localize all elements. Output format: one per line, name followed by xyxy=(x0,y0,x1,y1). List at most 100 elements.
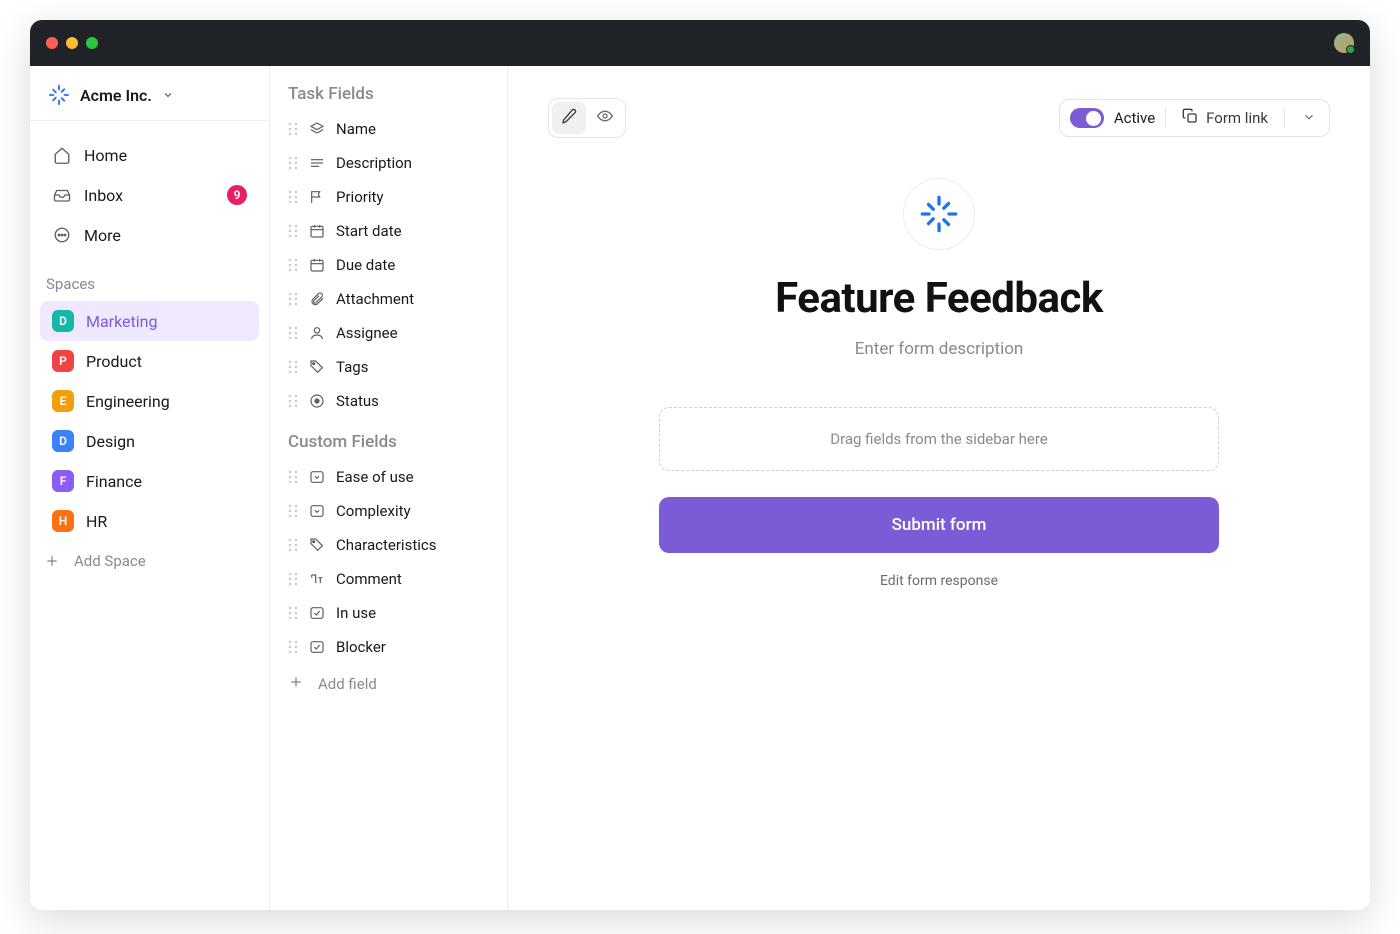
space-item-hr[interactable]: H HR xyxy=(40,501,259,541)
drag-handle-icon[interactable] xyxy=(288,258,298,272)
field-in-use[interactable]: In use xyxy=(270,596,507,630)
paperclip-icon xyxy=(308,290,326,308)
space-badge: F xyxy=(52,470,74,492)
field-complexity[interactable]: Complexity xyxy=(270,494,507,528)
field-status[interactable]: Status xyxy=(270,384,507,418)
divider xyxy=(1165,108,1166,128)
form-link-button[interactable]: Form link xyxy=(1176,104,1274,132)
space-label: Finance xyxy=(86,472,142,491)
field-name[interactable]: Name xyxy=(270,112,507,146)
calendar-icon xyxy=(308,256,326,274)
field-due-date[interactable]: Due date xyxy=(270,248,507,282)
field-comment[interactable]: Comment xyxy=(270,562,507,596)
preview-mode-button[interactable] xyxy=(588,102,622,134)
plus-icon xyxy=(42,551,62,571)
workspace-switcher[interactable]: Acme Inc. xyxy=(30,66,269,121)
field-blocker[interactable]: Blocker xyxy=(270,630,507,664)
nav-inbox[interactable]: Inbox 9 xyxy=(40,175,259,215)
add-space-label: Add Space xyxy=(74,552,146,570)
space-item-product[interactable]: PProduct xyxy=(40,341,259,381)
add-space-button[interactable]: Add Space xyxy=(30,541,269,581)
nav-more[interactable]: More xyxy=(40,215,259,255)
space-label: HR xyxy=(86,512,107,531)
edit-mode-button[interactable] xyxy=(552,102,586,134)
close-window[interactable] xyxy=(46,37,58,49)
nav-label: Inbox xyxy=(84,186,123,205)
text-icon xyxy=(308,570,326,588)
primary-sidebar: Acme Inc. Home Inbox 9 More xyxy=(30,66,270,910)
space-item-design[interactable]: DDesign xyxy=(40,421,259,461)
form-logo[interactable] xyxy=(903,178,975,250)
field-description[interactable]: Description xyxy=(270,146,507,180)
form-title[interactable]: Feature Feedback xyxy=(659,274,1219,323)
fields-dropzone[interactable]: Drag fields from the sidebar here xyxy=(659,407,1219,471)
drag-handle-icon[interactable] xyxy=(288,190,298,204)
more-options-button[interactable] xyxy=(1295,104,1323,132)
divider xyxy=(1284,108,1285,128)
field-label: Due date xyxy=(336,256,395,274)
user-icon xyxy=(308,324,326,342)
drag-handle-icon[interactable] xyxy=(288,640,298,654)
workspace-logo-icon xyxy=(48,84,70,106)
calendar-icon xyxy=(308,222,326,240)
drag-handle-icon[interactable] xyxy=(288,360,298,374)
add-field-label: Add field xyxy=(318,675,377,693)
minimize-window[interactable] xyxy=(66,37,78,49)
spaces-heading: Spaces xyxy=(30,255,269,301)
avatar[interactable] xyxy=(1334,33,1354,53)
drag-handle-icon[interactable] xyxy=(288,326,298,340)
plus-icon xyxy=(288,674,304,694)
drag-handle-icon[interactable] xyxy=(288,538,298,552)
submit-button[interactable]: Submit form xyxy=(659,497,1219,553)
drag-handle-icon[interactable] xyxy=(288,156,298,170)
space-badge: P xyxy=(52,350,74,372)
edit-response-link[interactable]: Edit form response xyxy=(659,573,1219,589)
nav-home[interactable]: Home xyxy=(40,135,259,175)
field-label: Description xyxy=(336,154,412,172)
field-label: Ease of use xyxy=(336,468,414,486)
add-field-button[interactable]: Add field xyxy=(270,664,507,704)
chevron-down-icon xyxy=(1302,109,1316,128)
form-link-label: Form link xyxy=(1206,109,1268,127)
space-badge: E xyxy=(52,390,74,412)
field-priority[interactable]: Priority xyxy=(270,180,507,214)
field-label: Characteristics xyxy=(336,536,436,554)
app-window: Acme Inc. Home Inbox 9 More xyxy=(30,20,1370,910)
drag-handle-icon[interactable] xyxy=(288,292,298,306)
chevron-down-icon xyxy=(162,86,174,105)
field-ease-of-use[interactable]: Ease of use xyxy=(270,460,507,494)
field-characteristics[interactable]: Characteristics xyxy=(270,528,507,562)
drag-handle-icon[interactable] xyxy=(288,394,298,408)
titlebar xyxy=(30,20,1370,66)
drag-handle-icon[interactable] xyxy=(288,572,298,586)
space-item-finance[interactable]: F Finance xyxy=(40,461,259,501)
drag-handle-icon[interactable] xyxy=(288,504,298,518)
space-label: Marketing xyxy=(86,312,157,331)
drag-handle-icon[interactable] xyxy=(288,224,298,238)
space-badge: D xyxy=(52,310,74,332)
field-attachment[interactable]: Attachment xyxy=(270,282,507,316)
drag-handle-icon[interactable] xyxy=(288,606,298,620)
field-label: In use xyxy=(336,604,376,622)
drag-handle-icon[interactable] xyxy=(288,470,298,484)
field-label: Start date xyxy=(336,222,402,240)
window-controls xyxy=(46,37,98,49)
form-preview: Feature Feedback Enter form description … xyxy=(659,178,1219,589)
field-tags[interactable]: Tags xyxy=(270,350,507,384)
active-toggle[interactable] xyxy=(1070,108,1104,128)
nav-label: Home xyxy=(84,146,127,165)
active-label: Active xyxy=(1114,109,1155,127)
space-item-marketing[interactable]: D Marketing xyxy=(40,301,259,341)
maximize-window[interactable] xyxy=(86,37,98,49)
space-badge: H xyxy=(52,510,74,532)
space-item-engineering[interactable]: EEngineering xyxy=(40,381,259,421)
form-description-placeholder[interactable]: Enter form description xyxy=(659,339,1219,359)
space-badge: D xyxy=(52,430,74,452)
field-start-date[interactable]: Start date xyxy=(270,214,507,248)
tag-icon xyxy=(308,358,326,376)
link-icon xyxy=(1182,108,1198,128)
spaces-list: D Marketing PProductEEngineeringDDesign F Fi… xyxy=(30,301,269,541)
drag-handle-icon[interactable] xyxy=(288,122,298,136)
field-assignee[interactable]: Assignee xyxy=(270,316,507,350)
field-label: Priority xyxy=(336,188,383,206)
